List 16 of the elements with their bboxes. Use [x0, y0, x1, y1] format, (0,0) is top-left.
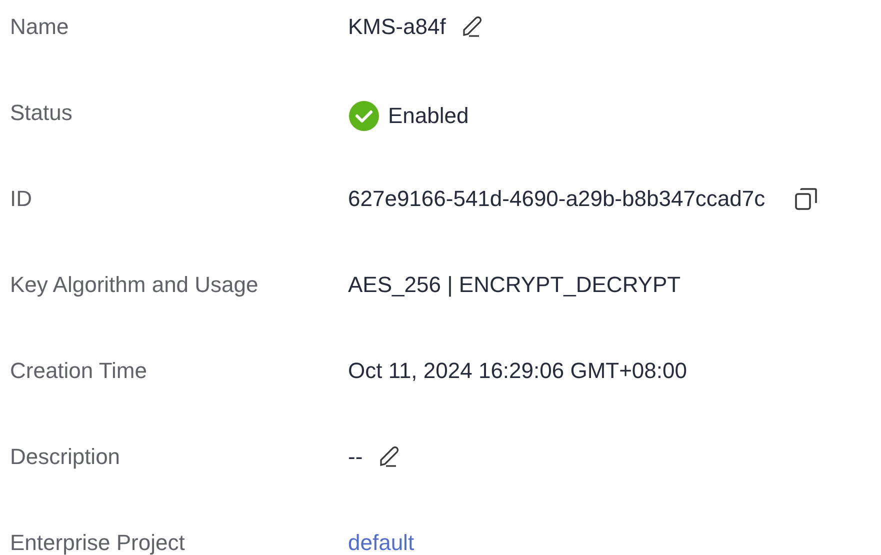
project-link[interactable]: default: [348, 530, 414, 555]
field-value: Oct 11, 2024 16:29:06 GMT+08:00: [348, 358, 687, 384]
field-value: --: [348, 444, 363, 470]
field-label: Enterprise Project: [9, 530, 186, 555]
field-label: Creation Time: [9, 358, 148, 384]
field-label: ID: [9, 186, 33, 212]
check-circle-icon: [348, 100, 380, 132]
field-label: Description: [9, 444, 122, 470]
copy-icon[interactable]: [793, 186, 820, 212]
field-label: Key Algorithm and Usage: [9, 272, 260, 298]
status-text: Enabled: [388, 103, 469, 129]
field-label: Status: [9, 100, 74, 126]
field-value: AES_256 | ENCRYPT_DECRYPT: [348, 272, 681, 298]
field-label: Name: [9, 14, 70, 40]
field-value: 627e9166-541d-4690-a29b-b8b347ccad7c: [348, 186, 766, 212]
field-value: KMS-a84f: [348, 14, 446, 40]
